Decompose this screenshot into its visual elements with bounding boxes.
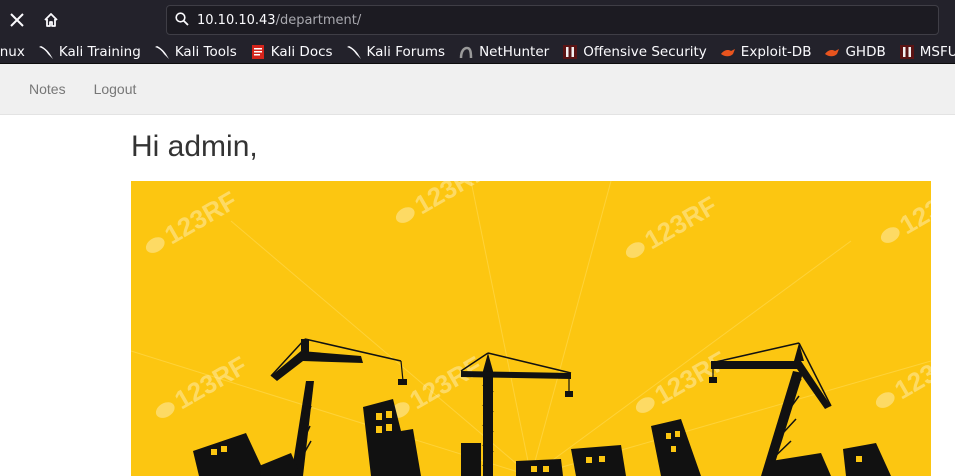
site-navbar: Notes Logout	[0, 64, 955, 115]
watermark-logo: 123RF	[635, 345, 732, 413]
hero-image: 123RF 123RF 123RF 123RF 123RF 123RF 123R…	[131, 181, 931, 476]
offsec-icon	[899, 44, 915, 60]
bookmark-label: GHDB	[845, 43, 886, 60]
docs-icon	[250, 44, 266, 60]
bookmark-kali-docs[interactable]: Kali Docs	[250, 44, 333, 60]
svg-text:123RF: 123RF	[159, 185, 242, 250]
close-icon[interactable]	[4, 7, 30, 33]
search-icon	[175, 11, 189, 30]
svg-text:123RF: 123RF	[894, 181, 931, 240]
bookmark-kali-tools[interactable]: Kali Tools	[154, 44, 237, 60]
home-icon[interactable]	[38, 7, 64, 33]
bookmark-nethunter[interactable]: NetHunter	[458, 44, 549, 60]
exploitdb-icon	[824, 44, 840, 60]
watermark-logo: 123RF	[625, 190, 722, 258]
bookmark-msfu[interactable]: MSFU	[899, 44, 955, 60]
url-path: /department/	[275, 12, 362, 28]
nav-logout-link[interactable]: Logout	[80, 81, 151, 97]
browser-toolbar: 10.10.10.43/department/	[0, 0, 955, 40]
watermark-logo: 123RF	[145, 185, 242, 253]
bookmark-ghdb[interactable]: GHDB	[824, 43, 886, 60]
bookmark-kali-training[interactable]: Kali Training	[38, 44, 141, 60]
nav-notes-link[interactable]: Notes	[15, 81, 80, 97]
bookmark-kali-forums[interactable]: Kali Forums	[346, 43, 446, 60]
bookmark-offensive-security[interactable]: Offensive Security	[562, 44, 707, 60]
svg-text:123RF: 123RF	[404, 350, 487, 415]
watermark-logo: 123RF	[880, 181, 931, 243]
svg-text:123RF: 123RF	[169, 350, 252, 415]
bookmark-label: Kali Tools	[174, 43, 237, 60]
bookmark-label: Kali Docs	[270, 43, 333, 60]
bookmark-label: Kali Training	[58, 43, 141, 60]
kali-dragon-icon	[154, 44, 170, 60]
svg-text:123RF: 123RF	[889, 340, 931, 405]
construction-illustration: 123RF 123RF 123RF 123RF 123RF 123RF 123R…	[131, 181, 931, 476]
svg-text:123RF: 123RF	[649, 345, 732, 410]
bookmark-label: MSFU	[919, 43, 955, 60]
page-title: Hi admin,	[131, 130, 258, 163]
address-bar[interactable]: 10.10.10.43/department/	[166, 5, 939, 35]
nethunter-icon	[458, 44, 474, 60]
url-text: 10.10.10.43/department/	[197, 13, 361, 28]
bookmark-label: Offensive Security	[583, 43, 707, 60]
offsec-icon	[562, 44, 578, 60]
bookmark-exploit-db[interactable]: Exploit-DB	[720, 43, 812, 60]
exploitdb-icon	[720, 44, 736, 60]
bookmark-label: NetHunter	[479, 43, 550, 60]
bookmark-label: Exploit-DB	[740, 43, 812, 60]
kali-dragon-icon	[346, 44, 362, 60]
bookmark-label: inux	[0, 43, 25, 60]
svg-text:123RF: 123RF	[639, 190, 722, 255]
bookmark-kali-linux[interactable]: inux	[0, 44, 25, 60]
kali-dragon-icon	[38, 44, 54, 60]
url-host: 10.10.10.43	[197, 12, 276, 28]
svg-text:123RF: 123RF	[409, 181, 492, 220]
bookmark-label: Kali Forums	[366, 43, 446, 60]
watermark-logo: 123RF	[390, 350, 487, 418]
bookmarks-toolbar: inux Kali Training Kali Tools Kali Docs …	[0, 40, 955, 64]
watermark-logo: 123RF	[875, 340, 931, 408]
